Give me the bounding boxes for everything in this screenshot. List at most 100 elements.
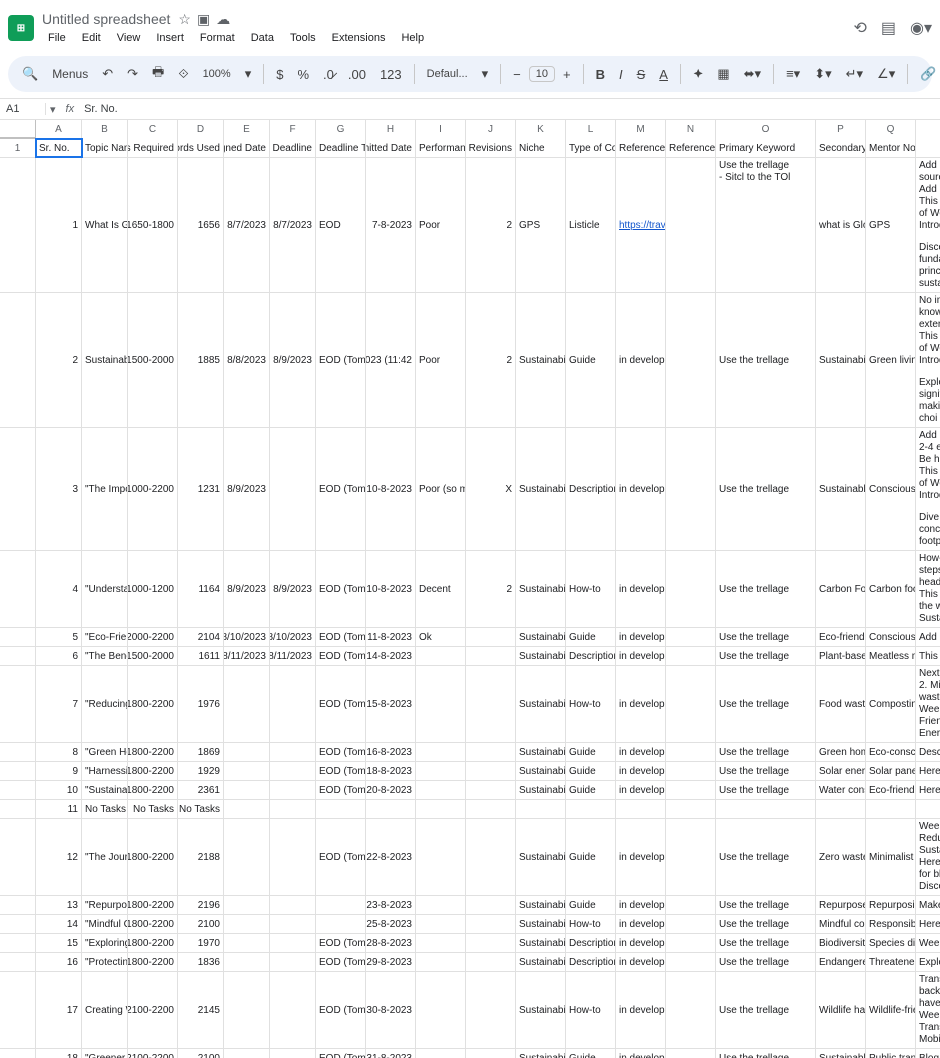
row-header[interactable] [0,781,36,799]
cell[interactable]: 1800-2200 [128,915,178,933]
cell[interactable] [816,800,866,818]
cell[interactable]: Sustainability [516,915,566,933]
cell[interactable]: EOD (Tomorrow [316,293,366,427]
cell[interactable]: Blog Description: Explore eco-friendly c… [916,1049,940,1058]
cell[interactable]: "Understanding Y [82,551,128,627]
cell[interactable]: GPS [866,158,916,292]
cell[interactable]: EOD (Tomorrow [316,762,366,780]
cell[interactable] [270,819,316,895]
cell[interactable]: What Is Glonass [82,158,128,292]
cell[interactable] [466,896,516,914]
header-cell[interactable]: No. of Revisions [466,139,516,157]
sheets-logo[interactable]: ⊞ [8,15,34,41]
cell[interactable] [666,915,716,933]
cell[interactable]: EOD (Tomorrow [316,628,366,646]
formula-input[interactable]: Sr. No. [80,103,122,115]
cell[interactable] [466,743,516,761]
cell[interactable]: 8/8/2023 [224,293,270,427]
cell[interactable]: in development [616,953,666,971]
col-header-H[interactable]: H [366,120,416,139]
cell[interactable]: 15 [36,934,82,952]
cell[interactable] [416,819,466,895]
cell[interactable]: 1885 [178,293,224,427]
cell[interactable]: in development [616,934,666,952]
cell[interactable] [666,158,716,292]
star-icon[interactable]: ☆ [178,11,191,28]
cell[interactable]: 15-8-2023 [366,666,416,742]
cell[interactable]: 2000-2200 [128,628,178,646]
row-header[interactable] [0,915,36,933]
cell[interactable]: Sustainability [516,647,566,665]
cell[interactable]: 2100 [178,915,224,933]
text-color-icon[interactable]: A [653,63,674,86]
cell[interactable] [270,1049,316,1058]
cell[interactable]: Description: Transform your living space… [916,743,940,761]
cell[interactable] [616,800,666,818]
header-cell[interactable]: Assigned Date [224,139,270,157]
col-header-D[interactable]: D [178,120,224,139]
cell[interactable]: 10-8-2023 [366,428,416,550]
row-header[interactable] [0,158,36,292]
col-header-O[interactable]: O [716,120,816,139]
cell[interactable]: Sustainability [516,666,566,742]
cell[interactable] [666,934,716,952]
col-header-G[interactable]: G [316,120,366,139]
cell[interactable]: 1500-2000 [128,293,178,427]
cell[interactable]: 2 [36,293,82,427]
cell[interactable] [224,762,270,780]
cell[interactable]: EOD (Tomorrow [316,551,366,627]
cell[interactable]: 20-8-2023 [366,781,416,799]
cell[interactable]: 9 [36,762,82,780]
cell[interactable]: Sustainable choi [816,428,866,550]
cell[interactable] [270,953,316,971]
cell[interactable]: Use the trellage [716,819,816,895]
cell[interactable] [566,800,616,818]
cell[interactable]: Use the trellage [716,915,816,933]
cell[interactable]: Sustainability [516,934,566,952]
cell[interactable]: Sustainability 10 [82,293,128,427]
cell[interactable]: 1869 [178,743,224,761]
cell[interactable] [416,915,466,933]
cell[interactable]: No images, if you know what high DA exte… [916,293,940,427]
rotate-icon[interactable]: ∠▾ [871,62,901,86]
cell[interactable]: 2100-2200 [128,972,178,1048]
header-cell[interactable]: Reference Docu [616,139,666,157]
header-cell[interactable]: Submitted Date [366,139,416,157]
cell[interactable]: 1800-2200 [128,781,178,799]
cell[interactable] [666,800,716,818]
italic-icon[interactable]: I [613,63,629,86]
cell[interactable]: Use the trellage [716,743,816,761]
cell[interactable]: Use the trellage [716,972,816,1048]
wrap-icon[interactable]: ↵▾ [840,62,869,86]
cell[interactable] [466,972,516,1048]
cell[interactable] [466,934,516,952]
row-header[interactable] [0,953,36,971]
cell[interactable] [366,800,416,818]
cell[interactable] [666,1049,716,1058]
cell[interactable]: Use the trellage [716,934,816,952]
col-header-P[interactable]: P [816,120,866,139]
history-icon[interactable]: ⟲ [853,18,866,38]
cell[interactable]: 1656 [178,158,224,292]
cell[interactable]: 18 [36,1049,82,1058]
redo-icon[interactable]: ↷ [121,62,144,86]
cell[interactable] [666,293,716,427]
cell[interactable]: 10-8-2023 [366,551,416,627]
cell[interactable] [316,915,366,933]
cell[interactable]: 8/9/2023 [224,551,270,627]
menu-insert[interactable]: Insert [150,30,190,46]
cell[interactable] [270,428,316,550]
cell[interactable]: 1164 [178,551,224,627]
cell[interactable]: Sustainability [516,953,566,971]
cell[interactable]: Sustainability [516,781,566,799]
cell[interactable]: EOD [316,158,366,292]
merge-icon[interactable]: ⬌▾ [738,62,767,86]
cell[interactable]: How-to [566,972,616,1048]
cell[interactable]: in development [616,628,666,646]
cell[interactable]: 12 [36,819,82,895]
cell[interactable]: 1800-2200 [128,896,178,914]
row-header[interactable] [0,647,36,665]
row-header[interactable] [0,743,36,761]
cell[interactable]: Guide [566,628,616,646]
cell[interactable] [224,934,270,952]
